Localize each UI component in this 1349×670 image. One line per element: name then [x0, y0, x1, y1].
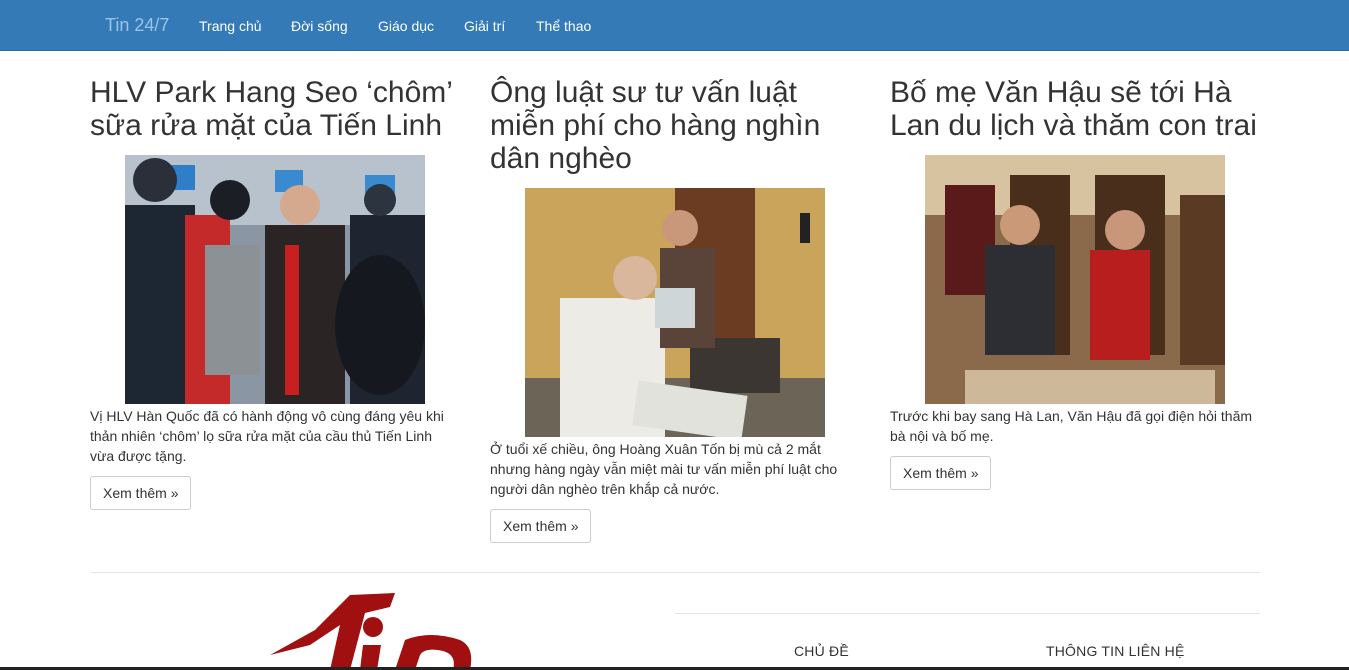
nav-item-doi-song[interactable]: Đời sống [291, 17, 348, 35]
article-title: HLV Park Hang Seo ‘chôm’ sữa rửa mặt của… [90, 76, 452, 142]
article-summary: Trước khi bay sang Hà Lan, Văn Hậu đã gọ… [890, 408, 1253, 444]
article-summary: Vị HLV Hàn Quốc đã có hành động vô cùng … [90, 408, 444, 464]
nav-item-trang-chu[interactable]: Trang chủ [199, 17, 262, 35]
article-card: Ông luật sư tư vấn luật miễn phí cho hàn… [490, 76, 860, 543]
top-navbar: Tin 24/7 Trang chủ Đời sống Giáo dục Giả… [0, 0, 1349, 51]
nav-item-giai-tri[interactable]: Giải trí [464, 17, 505, 35]
footer-contact-heading: THÔNG TIN LIÊN HỆ [1046, 643, 1185, 659]
read-more-button[interactable]: Xem thêm » [490, 509, 592, 543]
article-card: HLV Park Hang Seo ‘chôm’ sữa rửa mặt của… [90, 76, 460, 510]
section-divider [90, 572, 1260, 573]
nav-item-the-thao[interactable]: Thể thao [536, 17, 591, 35]
article-image [925, 155, 1225, 404]
site-logo[interactable] [255, 585, 495, 670]
read-more-button[interactable]: Xem thêm » [90, 476, 192, 510]
article-image [125, 155, 425, 404]
article-summary: Ở tuổi xế chiều, ông Hoàng Xuân Tốn bị m… [490, 441, 838, 497]
article-card: Bố mẹ Văn Hậu sẽ tới Hà Lan du lịch và t… [890, 76, 1260, 490]
article-title: Ông luật sư tư vấn luật miễn phí cho hàn… [490, 76, 821, 175]
footer-topics-heading: CHỦ ĐỀ [794, 643, 849, 659]
article-image [525, 188, 825, 437]
footer-divider [675, 613, 1260, 614]
nav-item-giao-duc[interactable]: Giáo dục [378, 17, 434, 35]
brand-link[interactable]: Tin 24/7 [105, 15, 169, 35]
read-more-button[interactable]: Xem thêm » [890, 456, 992, 490]
article-title: Bố mẹ Văn Hậu sẽ tới Hà Lan du lịch và t… [890, 76, 1257, 142]
